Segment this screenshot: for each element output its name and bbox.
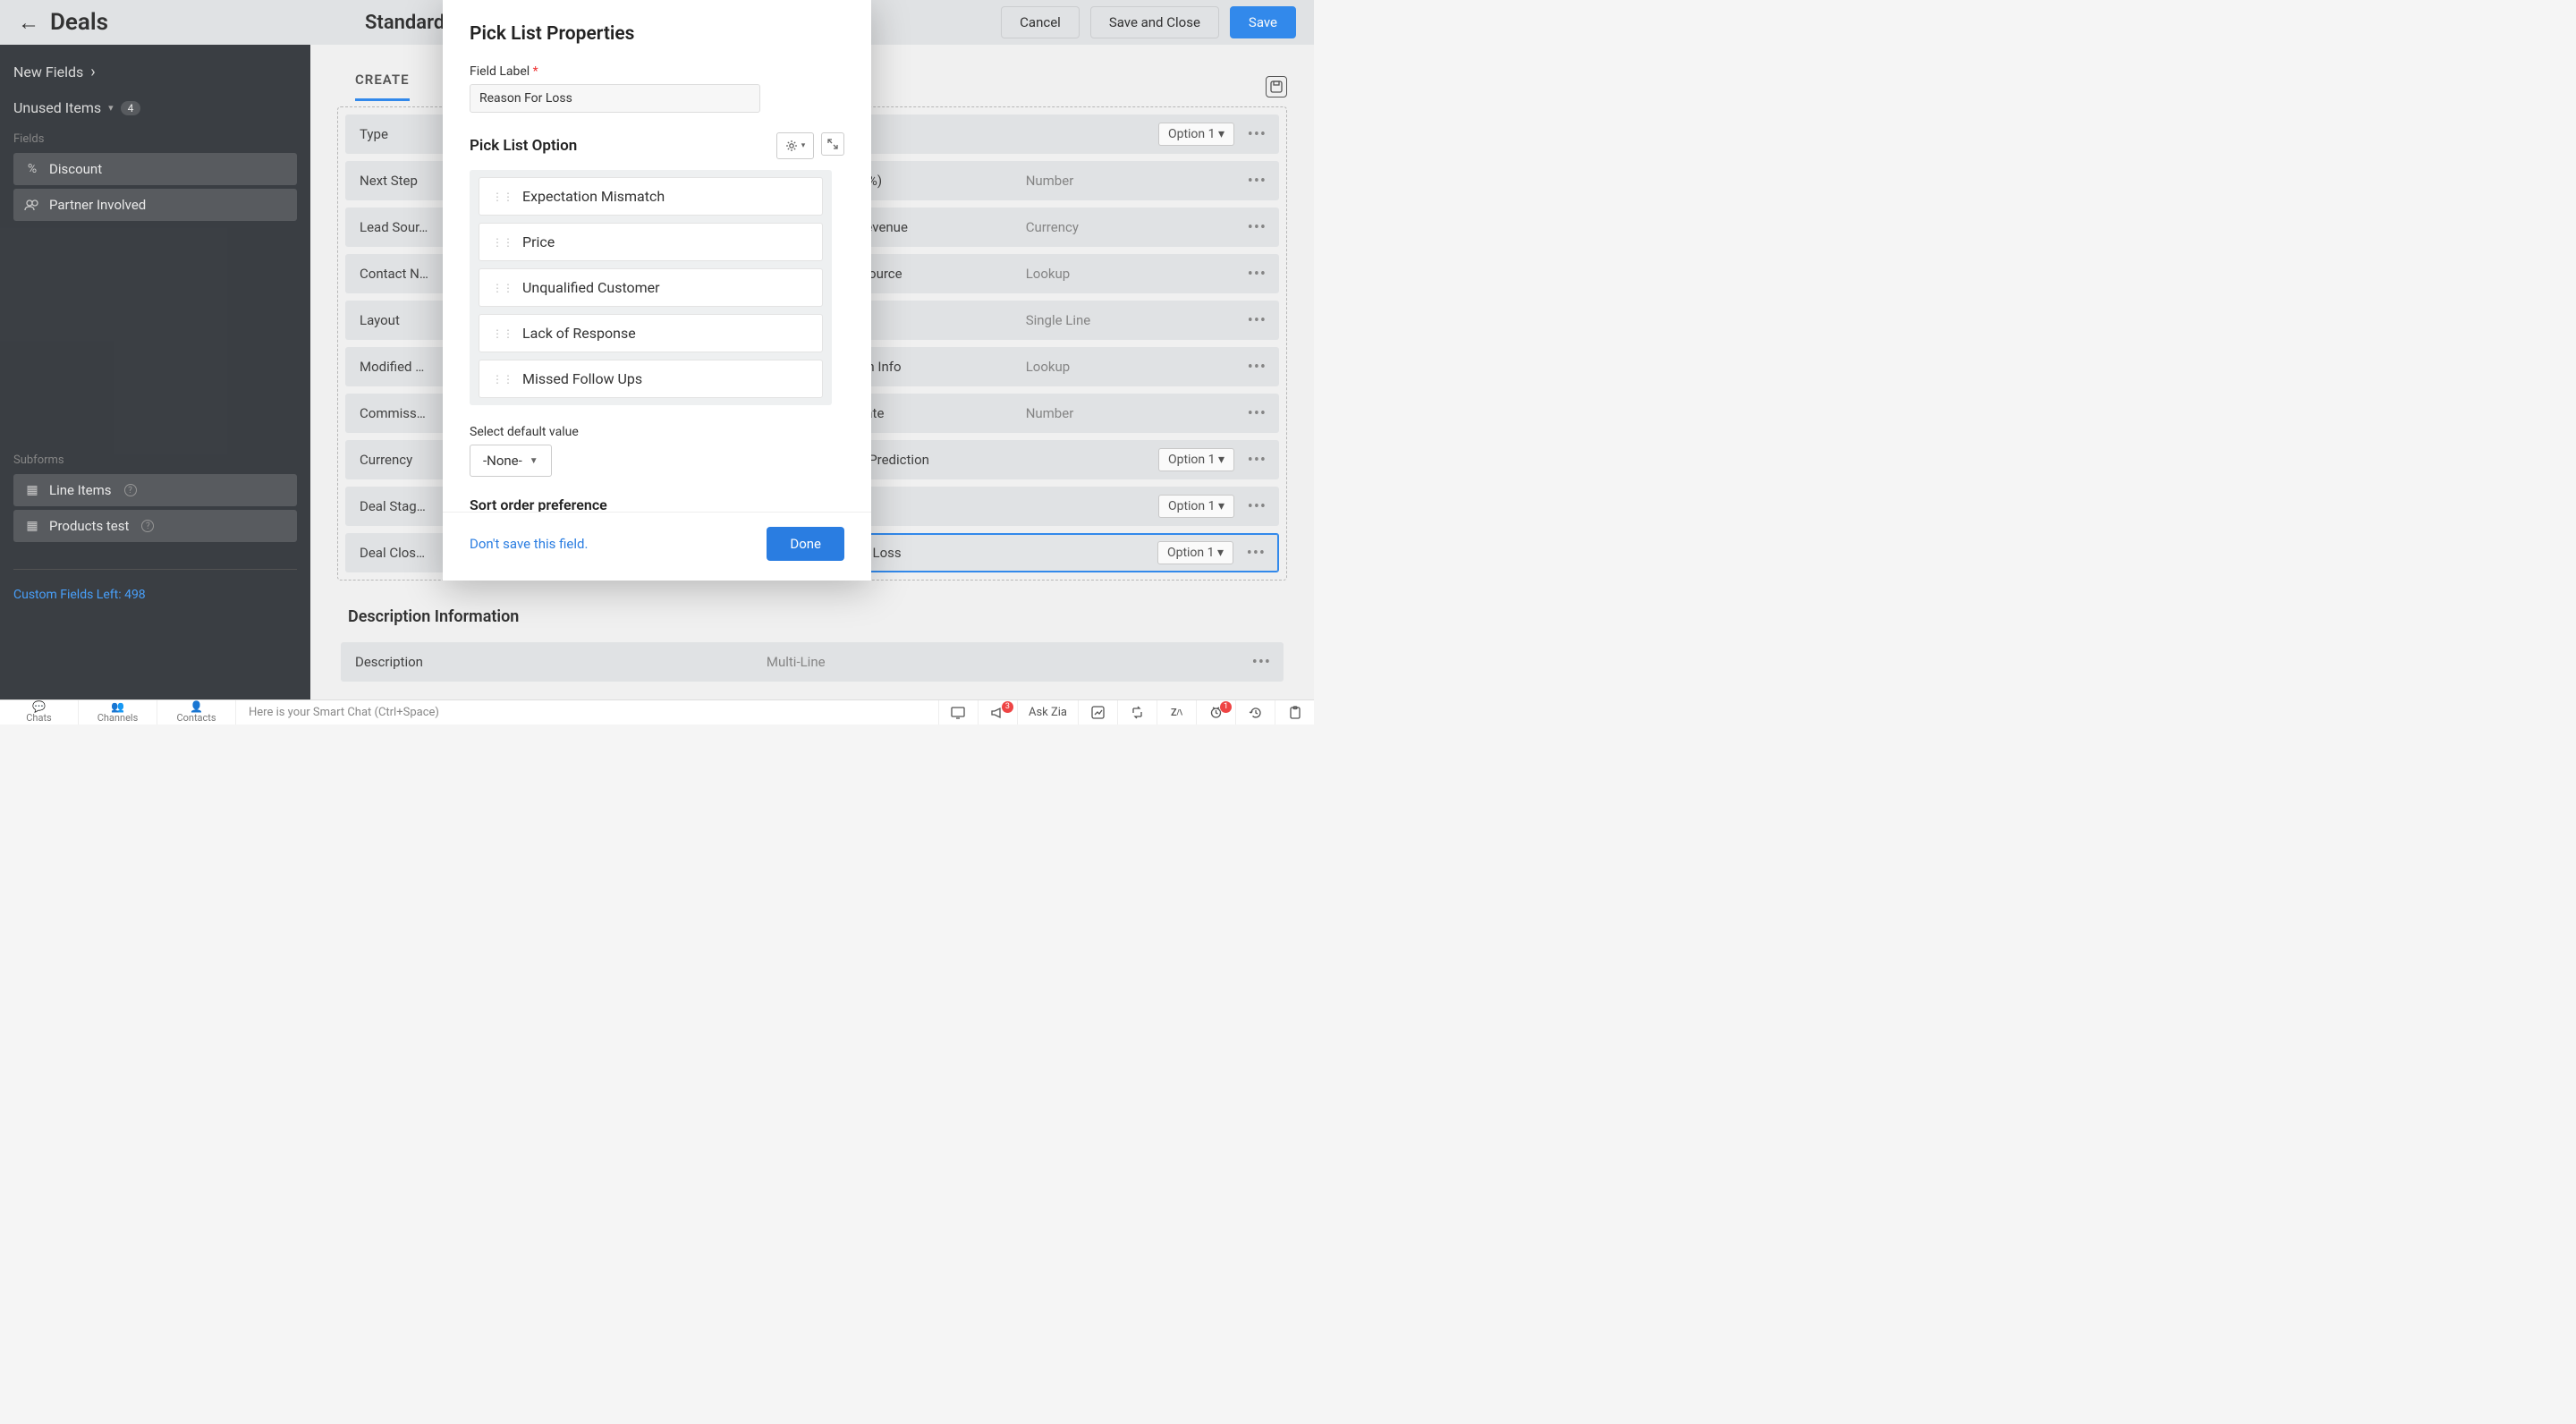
option-text: Price: [522, 233, 555, 250]
users-icon: 👥: [111, 701, 124, 712]
field-label-input[interactable]: [470, 84, 760, 113]
modal-footer: Don't save this field. Done: [443, 512, 871, 581]
chat-icon: 💬: [32, 701, 46, 712]
chevron-down-icon: ▾: [801, 141, 806, 150]
chart-icon[interactable]: [1078, 700, 1117, 725]
select-default-value: -None-: [483, 453, 522, 469]
expand-button[interactable]: [821, 132, 844, 156]
option-text: Missed Follow Ups: [522, 370, 642, 387]
person-icon: 👤: [190, 701, 203, 712]
picklist-options: ⋮⋮ Expectation Mismatch ⋮⋮ Price ⋮⋮ Unqualifi…: [470, 170, 832, 405]
picklist-option-item[interactable]: ⋮⋮ Price: [479, 223, 823, 261]
announcement-icon[interactable]: 3: [978, 700, 1017, 725]
dont-save-link[interactable]: Don't save this field.: [470, 536, 588, 552]
picklist-option-title: Pick List Option: [470, 137, 577, 155]
drag-handle-icon[interactable]: ⋮⋮: [492, 240, 513, 245]
bottom-tab-channels[interactable]: 👥 Channels: [79, 700, 157, 725]
picklist-option-item[interactable]: ⋮⋮ Lack of Response: [479, 314, 823, 352]
bottom-tab-contacts[interactable]: 👤 Contacts: [157, 700, 236, 725]
expand-icon: [827, 139, 838, 149]
picklist-header: Pick List Option ▾: [470, 132, 844, 159]
option-text: Unqualified Customer: [522, 279, 660, 296]
done-button[interactable]: Done: [767, 527, 844, 561]
picklist-option-item[interactable]: ⋮⋮ Expectation Mismatch: [479, 177, 823, 216]
sort-order-title: Sort order preference: [470, 496, 844, 512]
notification-badge: 1: [1220, 701, 1232, 713]
history-icon[interactable]: [1235, 700, 1275, 725]
clock-icon[interactable]: 1: [1196, 700, 1235, 725]
field-label-label: Field Label: [470, 64, 844, 79]
drag-handle-icon[interactable]: ⋮⋮: [492, 194, 513, 199]
select-default-dropdown[interactable]: -None- ▼: [470, 445, 552, 477]
clipboard-icon[interactable]: [1275, 700, 1314, 725]
ask-zia-button[interactable]: Ask Zia: [1017, 700, 1078, 725]
bottom-tab-label: Channels: [97, 712, 139, 724]
screen-icon[interactable]: [938, 700, 978, 725]
bottom-right-icons: 3 Ask Zia Z/\ 1: [938, 700, 1314, 725]
select-default-label: Select default value: [470, 425, 844, 439]
picklist-option-item[interactable]: ⋮⋮ Missed Follow Ups: [479, 360, 823, 398]
picklist-option-item[interactable]: ⋮⋮ Unqualified Customer: [479, 268, 823, 307]
picklist-settings-button[interactable]: ▾: [776, 132, 814, 159]
caret-down-icon: ▼: [530, 456, 538, 466]
modal-body: Pick List Properties Field Label Pick Li…: [443, 0, 871, 512]
bottom-tab-label: Chats: [26, 712, 51, 724]
drag-handle-icon[interactable]: ⋮⋮: [492, 331, 513, 336]
option-text: Expectation Mismatch: [522, 188, 665, 205]
picklist-actions: ▾: [776, 132, 844, 159]
drag-handle-icon[interactable]: ⋮⋮: [492, 285, 513, 291]
drag-handle-icon[interactable]: ⋮⋮: [492, 377, 513, 382]
bottom-bar: 💬 Chats 👥 Channels 👤 Contacts Here is yo…: [0, 699, 1314, 725]
picklist-properties-modal: Pick List Properties Field Label Pick Li…: [443, 0, 871, 581]
smart-chat-hint[interactable]: Here is your Smart Chat (Ctrl+Space): [236, 706, 938, 719]
zia-icon[interactable]: Z/\: [1157, 700, 1196, 725]
modal-title: Pick List Properties: [470, 23, 844, 45]
bottom-tab-label: Contacts: [176, 712, 216, 724]
sync-icon[interactable]: [1117, 700, 1157, 725]
gear-icon: [785, 140, 798, 152]
notification-badge: 3: [1002, 701, 1013, 713]
bottom-tab-chats[interactable]: 💬 Chats: [0, 700, 79, 725]
option-text: Lack of Response: [522, 325, 636, 342]
